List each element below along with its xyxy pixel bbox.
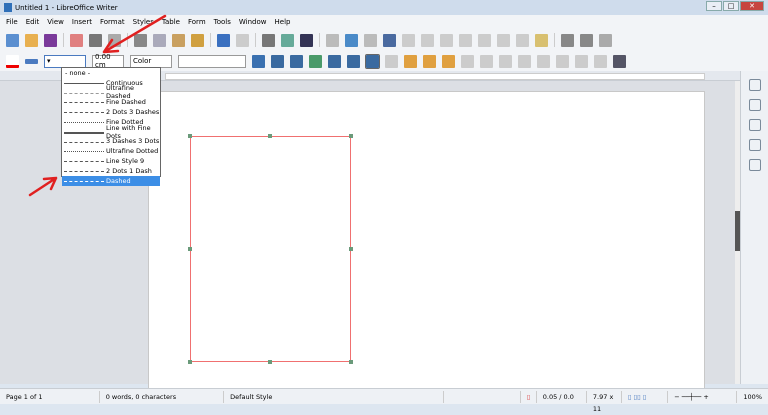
annotation-arrow xyxy=(102,14,167,54)
annotation-arrow xyxy=(28,176,58,197)
view-layout-icon[interactable]: ▯ ▯▯ ▯ xyxy=(622,390,669,403)
object-size: 7.97 x 11 xyxy=(587,390,622,413)
status-bar: Page 1 of 1 0 words, 0 characters Defaul… xyxy=(0,388,768,413)
page-count: Page 1 of 1 xyxy=(0,390,100,403)
cursor-position: 0.05 / 0.0 xyxy=(537,390,587,403)
annotation-arrows xyxy=(28,14,167,197)
document-modified-icon[interactable]: ▯ xyxy=(521,390,537,403)
word-count: 0 words, 0 characters xyxy=(100,390,225,403)
zoom-slider[interactable]: − ──┼── + xyxy=(668,390,738,403)
page-style[interactable]: Default Style xyxy=(224,390,444,403)
zoom-level[interactable]: 100% xyxy=(737,391,768,403)
